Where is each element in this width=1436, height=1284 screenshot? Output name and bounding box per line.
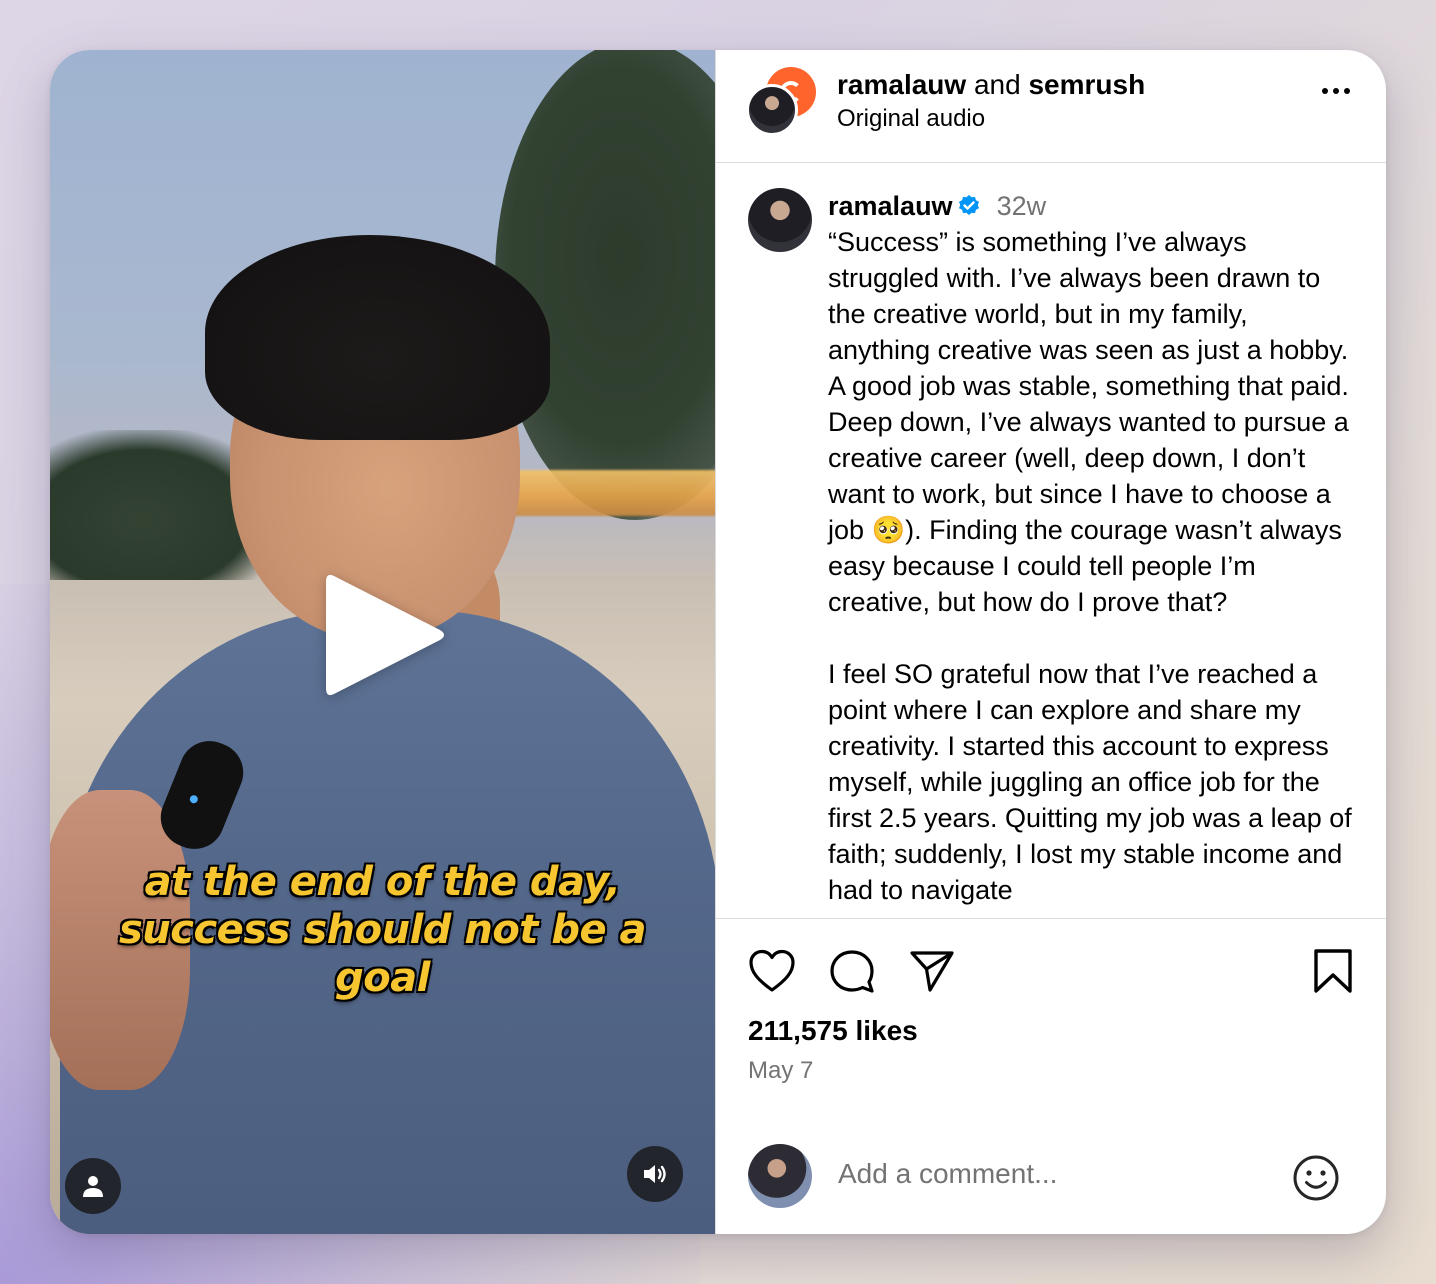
post-details: ramalauw and semrush Original audio rama… (715, 50, 1386, 1234)
ramalauw-avatar[interactable] (746, 84, 798, 136)
collab-names: ramalauw and semrush (837, 68, 1145, 102)
save-button[interactable] (1312, 948, 1354, 999)
verified-badge-icon (958, 195, 979, 215)
comment-composer (716, 1140, 1386, 1210)
comment-button[interactable] (828, 948, 876, 999)
bookmark-icon (1314, 949, 1352, 993)
username-link[interactable]: ramalauw (837, 69, 966, 100)
post-caption: ramalauw 32w “Success” is something I’ve … (828, 188, 1353, 908)
likes-count[interactable]: 211,575 likes (748, 1014, 918, 1048)
background-lights (490, 470, 715, 516)
tagged-users-button[interactable] (65, 1158, 121, 1214)
author-username[interactable]: ramalauw (828, 191, 953, 221)
comment-input[interactable] (838, 1152, 1258, 1196)
share-button[interactable] (908, 948, 956, 999)
current-user-avatar (748, 1144, 812, 1208)
post-header: ramalauw and semrush Original audio (716, 50, 1386, 163)
post-dialog: at the end of the day, success should no… (50, 50, 1386, 1234)
comment-icon (830, 950, 874, 993)
caption-paragraph: “Success” is something I’ve always strug… (828, 224, 1353, 620)
post-time[interactable]: 32w (997, 191, 1047, 221)
background-tree (495, 50, 715, 520)
pleading-face-emoji: 🥺 (871, 515, 906, 545)
caption-line: goal (335, 955, 430, 1001)
caption-scroll-area[interactable]: ramalauw 32w “Success” is something I’ve … (716, 164, 1386, 919)
conjunction-text: and (973, 69, 1021, 100)
speaker-icon (644, 1165, 666, 1183)
caption-text: “Success” is something I’ve always strug… (828, 227, 1357, 545)
caption-paragraph: I feel SO grateful now that I’ve reached… (828, 659, 1360, 905)
more-options-button[interactable] (1322, 88, 1350, 94)
more-icon (1322, 88, 1350, 94)
heart-icon (749, 949, 795, 992)
video-caption: at the end of the day, success should no… (50, 858, 715, 1002)
audio-link[interactable]: Original audio (837, 104, 985, 134)
caption-text: ). Finding the courage wasn’t always eas… (828, 515, 1350, 617)
action-bar (748, 948, 1354, 998)
username-link[interactable]: semrush (1028, 69, 1145, 100)
caption-line: at the end of the day, (144, 859, 621, 905)
like-button[interactable] (748, 948, 796, 999)
reel-video[interactable]: at the end of the day, success should no… (50, 50, 715, 1234)
emoji-button[interactable] (1292, 1154, 1340, 1207)
caption-line: success should not be a (118, 907, 647, 953)
post-date[interactable]: May 7 (748, 1056, 813, 1086)
play-button[interactable] (320, 570, 450, 700)
author-avatar[interactable] (748, 188, 812, 252)
mute-button[interactable] (627, 1146, 683, 1202)
smiley-icon (1293, 1155, 1339, 1201)
play-icon (326, 574, 444, 696)
person-icon (83, 1176, 103, 1197)
send-icon (910, 951, 954, 992)
